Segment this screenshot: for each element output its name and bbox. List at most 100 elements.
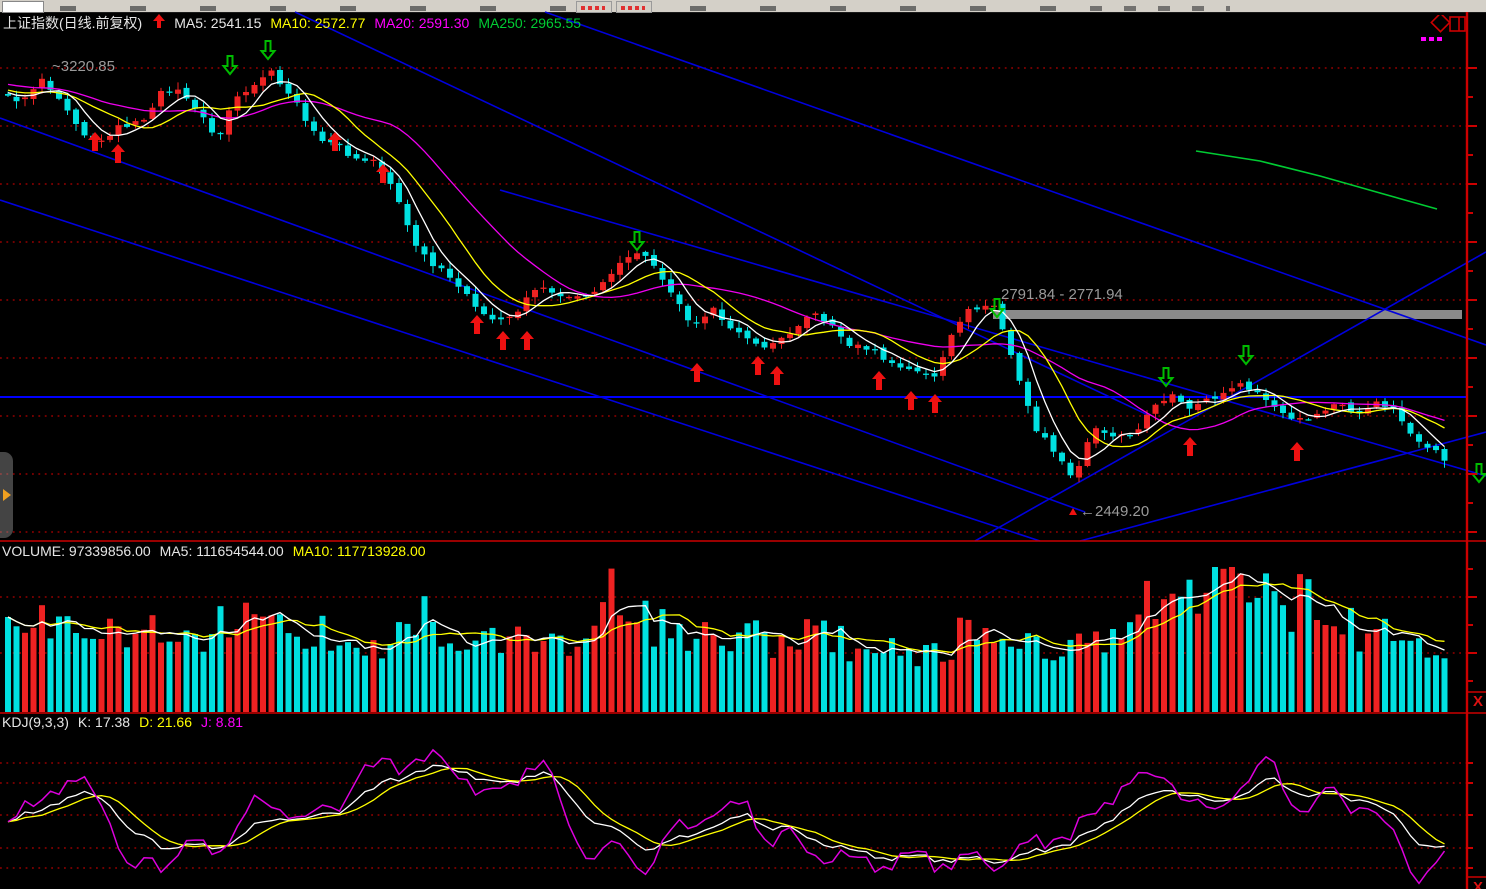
candle <box>260 77 266 85</box>
chart-canvas[interactable] <box>0 0 1486 889</box>
ma20-value: MA20: 2591.30 <box>374 15 469 31</box>
candle <box>787 334 793 338</box>
candle <box>923 374 929 375</box>
volume-bar <box>184 631 190 713</box>
candle <box>932 373 938 376</box>
volume-bar <box>218 606 224 712</box>
volume-bar <box>940 662 946 712</box>
candle <box>745 331 751 339</box>
volume-bar <box>1042 659 1048 712</box>
candle <box>73 110 79 125</box>
candle <box>660 268 666 280</box>
candle <box>65 99 71 111</box>
candle <box>1425 444 1431 448</box>
candle <box>1340 405 1346 406</box>
candle <box>821 314 827 321</box>
more-options-dots-icon[interactable] <box>1421 37 1445 41</box>
candle <box>974 307 980 309</box>
volume-bar <box>796 650 802 712</box>
volume-bar <box>847 661 853 712</box>
candle <box>906 367 912 370</box>
candle <box>1433 446 1439 450</box>
sell-signal-arrow <box>1240 346 1253 364</box>
candle <box>1102 430 1108 433</box>
volume-bar <box>1280 605 1286 712</box>
volume-bar <box>719 646 725 712</box>
moving-average-lines <box>8 82 1445 460</box>
sell-signal-arrow <box>631 232 644 250</box>
ma10-line <box>8 90 1445 447</box>
volume-bar <box>558 636 564 712</box>
volume-bar <box>898 656 904 712</box>
volume-bar <box>56 617 62 713</box>
ma20-line <box>8 84 1445 429</box>
volume-bar <box>983 628 989 712</box>
volume-bar <box>830 652 836 712</box>
volume-bar <box>1085 643 1091 712</box>
candle <box>779 338 785 344</box>
volume-bar <box>1306 579 1312 712</box>
candle <box>694 322 700 323</box>
volume-bar <box>116 626 122 712</box>
volume-bar <box>498 653 504 712</box>
volume-bar <box>660 609 666 712</box>
candle <box>957 322 963 333</box>
candle <box>1297 418 1303 420</box>
volume-bar <box>549 634 555 712</box>
volume-bar <box>1136 615 1142 713</box>
candle <box>915 368 921 372</box>
volume-bar <box>1357 652 1363 713</box>
candle <box>133 121 139 125</box>
split-window-icon[interactable] <box>1450 17 1465 31</box>
volume-bar <box>974 640 980 712</box>
candle <box>864 346 870 350</box>
volume-bar <box>1246 602 1252 712</box>
volume-bar <box>1382 619 1388 712</box>
volume-bar <box>1374 629 1380 712</box>
volume-bar <box>575 647 581 712</box>
candle <box>575 296 581 299</box>
volume-bar <box>1365 634 1371 713</box>
price-axis[interactable] <box>0 12 1486 889</box>
candle <box>762 342 768 348</box>
trendline <box>0 118 1085 512</box>
volume-bar <box>99 639 105 712</box>
candle <box>1221 393 1227 400</box>
volume-bar <box>651 647 657 712</box>
volume-bar <box>677 624 683 712</box>
buy-signal-arrow <box>770 366 784 385</box>
low-price-annotation: ←2449.20 <box>1080 503 1149 520</box>
volume-bar <box>507 636 513 712</box>
close-volume-pane-button[interactable]: X <box>1470 693 1486 710</box>
candle <box>1442 449 1448 461</box>
volume-bar <box>311 647 317 712</box>
candle <box>677 295 683 305</box>
volume-bar <box>736 633 742 713</box>
candle <box>371 160 377 161</box>
candle <box>99 141 105 142</box>
volume-bar <box>22 633 28 712</box>
kdj-j-value: J: 8.81 <box>201 714 243 730</box>
volume-bar <box>388 644 394 712</box>
volume-bar <box>1144 581 1150 712</box>
volume-bar <box>1187 580 1193 712</box>
volume-bar <box>1399 640 1405 712</box>
volume-bar <box>192 634 198 712</box>
sell-signal-arrow <box>262 41 275 59</box>
volume-bar <box>1059 657 1065 713</box>
volume-bar <box>345 642 351 712</box>
volume-bar <box>150 615 156 712</box>
candle <box>634 253 640 259</box>
candle <box>541 288 547 289</box>
close-kdj-pane-button[interactable]: X <box>1470 879 1486 889</box>
sidebar-expand-handle[interactable] <box>0 452 13 538</box>
volume-ma5-value: MA5: 111654544.00 <box>160 543 284 559</box>
trendlines[interactable] <box>0 12 1486 541</box>
diamond-icon[interactable] <box>1431 15 1449 32</box>
volume-bar <box>1391 641 1397 712</box>
buy-signal-arrow <box>1183 437 1197 456</box>
candle <box>124 124 130 127</box>
candle <box>1323 411 1329 414</box>
volume-bar <box>583 639 589 713</box>
candle <box>422 246 428 254</box>
